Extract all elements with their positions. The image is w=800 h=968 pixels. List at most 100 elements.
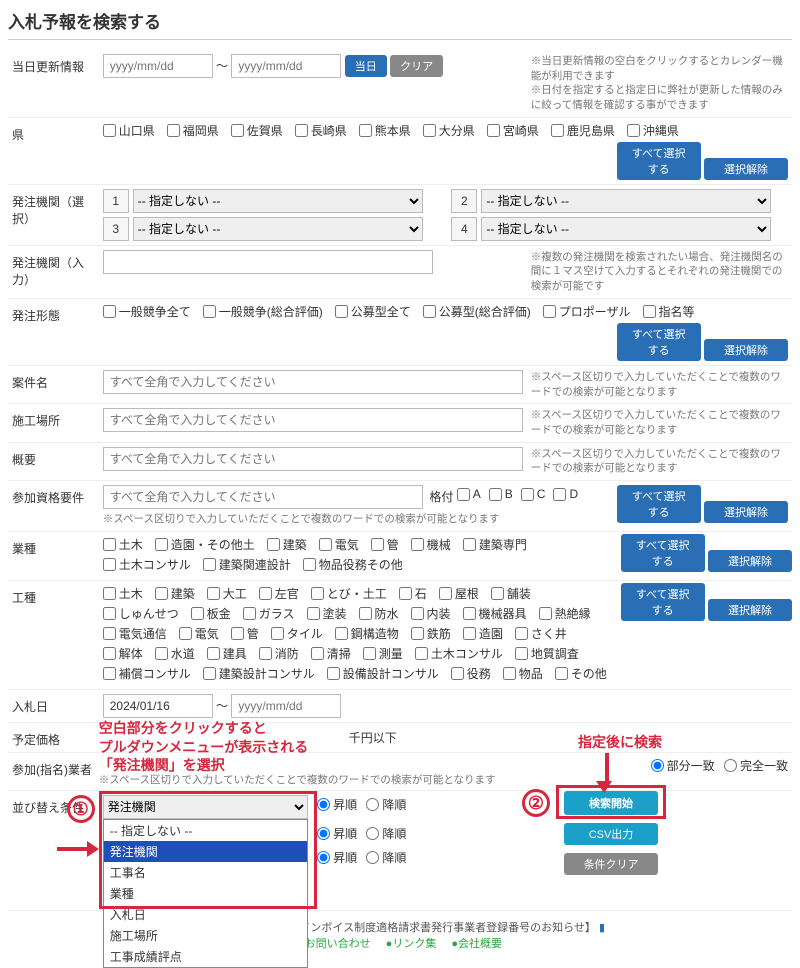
match-full[interactable]: 完全一致 <box>724 757 788 774</box>
work-check-34[interactable]: 設備設計コンサル <box>327 665 439 682</box>
work-check-4[interactable]: とび・土工 <box>311 585 387 602</box>
work-check-24[interactable]: 解体 <box>103 645 143 662</box>
sort-dropdown-open[interactable]: -- 指定しない --発注機関工事名業種入札日施工場所工事成績評点 <box>103 819 308 968</box>
today-button[interactable]: 当日 <box>345 55 387 77</box>
org-select-3[interactable]: -- 指定しない -- <box>133 217 423 241</box>
pref-check-4[interactable]: 熊本県 <box>359 122 411 139</box>
sort-option-5[interactable]: 施工場所 <box>104 925 307 946</box>
work-check-23[interactable]: さく井 <box>515 625 567 642</box>
work-check-11[interactable]: 塗装 <box>307 605 347 622</box>
footer-company[interactable]: ●会社概要 <box>451 938 502 950</box>
biz-deselect[interactable]: 選択解除 <box>708 550 792 572</box>
work-check-30[interactable]: 土木コンサル <box>415 645 503 662</box>
ordform-select-all[interactable]: すべて選択する <box>617 323 701 361</box>
grade-check-0[interactable]: A <box>457 487 481 501</box>
org-select-4[interactable]: -- 指定しない -- <box>481 217 771 241</box>
work-check-20[interactable]: 鋼構造物 <box>335 625 399 642</box>
pref-check-6[interactable]: 宮崎県 <box>487 122 539 139</box>
work-check-15[interactable]: 熱絶縁 <box>539 605 591 622</box>
work-select-all[interactable]: すべて選択する <box>621 583 705 621</box>
pref-check-7[interactable]: 鹿児島県 <box>551 122 615 139</box>
work-check-22[interactable]: 造園 <box>463 625 503 642</box>
update-date-from[interactable] <box>103 54 213 78</box>
sort2-desc[interactable]: 降順 <box>366 825 406 842</box>
bid-date-from[interactable] <box>103 694 213 718</box>
pref-deselect[interactable]: 選択解除 <box>704 158 788 180</box>
work-check-5[interactable]: 石 <box>399 585 427 602</box>
csv-button[interactable]: CSV出力 <box>564 823 658 845</box>
biz-check-3[interactable]: 電気 <box>319 536 359 553</box>
work-check-35[interactable]: 役務 <box>451 665 491 682</box>
sort2-asc[interactable]: 昇順 <box>317 825 357 842</box>
sort-option-3[interactable]: 業種 <box>104 883 307 904</box>
qual-input[interactable] <box>103 485 423 509</box>
work-check-33[interactable]: 建築設計コンサル <box>203 665 315 682</box>
pref-check-1[interactable]: 福岡県 <box>167 122 219 139</box>
work-check-36[interactable]: 物品 <box>503 665 543 682</box>
work-check-32[interactable]: 補償コンサル <box>103 665 191 682</box>
footer-links[interactable]: ●リンク集 <box>386 938 437 950</box>
sort3-asc[interactable]: 昇順 <box>317 849 357 866</box>
work-check-10[interactable]: ガラス <box>243 605 295 622</box>
update-date-to[interactable] <box>231 54 341 78</box>
work-check-0[interactable]: 土木 <box>103 585 143 602</box>
footer-contact[interactable]: ●お問い合わせ <box>298 938 371 950</box>
work-check-2[interactable]: 大工 <box>207 585 247 602</box>
sort-select-1[interactable]: 発注機関 <box>103 795 308 819</box>
biz-check-2[interactable]: 建築 <box>267 536 307 553</box>
ordform-check-1[interactable]: 一般競争(総合評価) <box>203 303 323 320</box>
work-check-13[interactable]: 内装 <box>411 605 451 622</box>
biz-check-5[interactable]: 機械 <box>411 536 451 553</box>
clear-button[interactable]: 条件クリア <box>564 853 658 875</box>
org-input[interactable] <box>103 250 433 274</box>
work-check-27[interactable]: 消防 <box>259 645 299 662</box>
case-input[interactable] <box>103 370 523 394</box>
grade-deselect[interactable]: 選択解除 <box>704 501 788 523</box>
grade-check-2[interactable]: C <box>521 487 546 501</box>
sort1-desc[interactable]: 降順 <box>366 796 406 813</box>
work-check-1[interactable]: 建築 <box>155 585 195 602</box>
ordform-check-5[interactable]: 指名等 <box>643 303 695 320</box>
match-partial[interactable]: 部分一致 <box>651 757 715 774</box>
work-check-21[interactable]: 鉄筋 <box>411 625 451 642</box>
sort-option-1[interactable]: 発注機関 <box>104 841 307 862</box>
work-check-16[interactable]: 電気通信 <box>103 625 167 642</box>
sort-option-0[interactable]: -- 指定しない -- <box>104 820 307 841</box>
work-check-25[interactable]: 水道 <box>155 645 195 662</box>
biz-check-1[interactable]: 造園・その他土 <box>155 536 255 553</box>
sort3-desc[interactable]: 降順 <box>366 849 406 866</box>
site-input[interactable] <box>103 408 523 432</box>
ordform-check-3[interactable]: 公募型(総合評価) <box>423 303 531 320</box>
work-check-18[interactable]: 管 <box>231 625 259 642</box>
sort-option-2[interactable]: 工事名 <box>104 862 307 883</box>
sort1-asc[interactable]: 昇順 <box>317 796 357 813</box>
work-check-12[interactable]: 防水 <box>359 605 399 622</box>
work-check-8[interactable]: しゅんせつ <box>103 605 179 622</box>
work-check-3[interactable]: 左官 <box>259 585 299 602</box>
pref-check-0[interactable]: 山口県 <box>103 122 155 139</box>
work-check-28[interactable]: 清掃 <box>311 645 351 662</box>
biz-check-7[interactable]: 土木コンサル <box>103 556 191 573</box>
work-check-31[interactable]: 地質調査 <box>515 645 579 662</box>
work-check-26[interactable]: 建具 <box>207 645 247 662</box>
sort-option-4[interactable]: 入札日 <box>104 904 307 925</box>
biz-select-all[interactable]: すべて選択する <box>621 534 705 572</box>
search-button[interactable]: 検索開始 <box>564 791 658 815</box>
biz-check-8[interactable]: 建築関連設計 <box>203 556 291 573</box>
work-check-14[interactable]: 機械器具 <box>463 605 527 622</box>
biz-check-4[interactable]: 管 <box>371 536 399 553</box>
sort-option-6[interactable]: 工事成績評点 <box>104 946 307 967</box>
work-check-7[interactable]: 舗装 <box>491 585 531 602</box>
work-check-37[interactable]: その他 <box>555 665 607 682</box>
org-select-1[interactable]: -- 指定しない -- <box>133 189 423 213</box>
clear-date-button[interactable]: クリア <box>390 55 443 77</box>
biz-check-9[interactable]: 物品役務その他 <box>303 556 403 573</box>
grade-select-all[interactable]: すべて選択する <box>617 485 701 523</box>
grade-check-1[interactable]: B <box>489 487 513 501</box>
ordform-check-0[interactable]: 一般競争全て <box>103 303 191 320</box>
pref-check-5[interactable]: 大分県 <box>423 122 475 139</box>
work-deselect[interactable]: 選択解除 <box>708 599 792 621</box>
ordform-check-2[interactable]: 公募型全て <box>335 303 411 320</box>
pref-check-8[interactable]: 沖縄県 <box>627 122 679 139</box>
work-check-9[interactable]: 板金 <box>191 605 231 622</box>
